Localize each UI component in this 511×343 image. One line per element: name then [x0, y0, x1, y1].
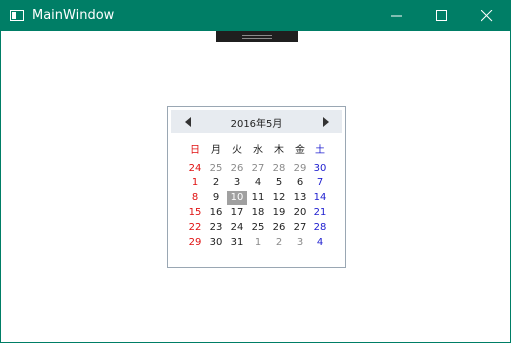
- maximize-icon: [436, 10, 447, 21]
- weekday-header: 金: [295, 145, 305, 156]
- title-bar[interactable]: MainWindow: [1, 1, 510, 31]
- weekday-header: 火: [232, 145, 242, 156]
- minimize-icon: [391, 15, 402, 17]
- calendar: 2016年5月 日月火水木金土 24 25 26 27 28 29 30 1 2 3 4 5 6 7 8 9 10…: [167, 106, 346, 268]
- close-button[interactable]: [464, 1, 510, 31]
- day-cell[interactable]: 1: [248, 236, 268, 250]
- month-label[interactable]: 2016年5月: [171, 115, 342, 130]
- day-cell[interactable]: 17: [227, 206, 247, 220]
- day-cell[interactable]: 3: [227, 176, 247, 190]
- day-cell[interactable]: 22: [185, 221, 205, 235]
- day-cell[interactable]: 5: [269, 176, 289, 190]
- day-cell[interactable]: 4: [310, 236, 330, 250]
- day-cell[interactable]: 23: [206, 221, 226, 235]
- day-cell[interactable]: 19: [269, 206, 289, 220]
- weekday-header: 土: [315, 145, 325, 156]
- day-cell[interactable]: 27: [248, 162, 268, 176]
- day-cell[interactable]: 31: [227, 236, 247, 250]
- day-cell[interactable]: 30: [310, 162, 330, 176]
- day-cell[interactable]: 2: [206, 176, 226, 190]
- weekday-header: 木: [274, 145, 284, 156]
- day-cell[interactable]: 15: [185, 206, 205, 220]
- weekday-header: 水: [253, 145, 263, 156]
- window-title: MainWindow: [32, 8, 115, 23]
- day-cell[interactable]: 24: [227, 221, 247, 235]
- toolbar-handle[interactable]: [216, 31, 298, 42]
- maximize-button[interactable]: [419, 1, 465, 31]
- day-cell[interactable]: 21: [310, 206, 330, 220]
- day-cell[interactable]: 29: [290, 162, 310, 176]
- minimize-button[interactable]: [374, 1, 420, 31]
- day-cell[interactable]: 12: [269, 191, 289, 205]
- day-cell[interactable]: 3: [290, 236, 310, 250]
- day-cell[interactable]: 16: [206, 206, 226, 220]
- day-cell[interactable]: 29: [185, 236, 205, 250]
- day-cell[interactable]: 2: [269, 236, 289, 250]
- day-cell[interactable]: 26: [269, 221, 289, 235]
- day-cell[interactable]: 27: [290, 221, 310, 235]
- day-cell[interactable]: 26: [227, 162, 247, 176]
- day-cell[interactable]: 18: [248, 206, 268, 220]
- day-cell[interactable]: 25: [206, 162, 226, 176]
- close-icon: [481, 10, 493, 22]
- day-cell[interactable]: 28: [310, 221, 330, 235]
- day-cell[interactable]: 8: [185, 191, 205, 205]
- weekday-header: 日: [190, 145, 200, 156]
- day-cell[interactable]: 7: [310, 176, 330, 190]
- day-cell[interactable]: 11: [248, 191, 268, 205]
- day-cell[interactable]: 6: [290, 176, 310, 190]
- next-month-button[interactable]: [321, 116, 331, 128]
- day-cell[interactable]: 28: [269, 162, 289, 176]
- day-cell[interactable]: 20: [290, 206, 310, 220]
- day-cell[interactable]: 14: [310, 191, 330, 205]
- day-cell[interactable]: 1: [185, 176, 205, 190]
- day-cell[interactable]: 10: [227, 191, 247, 205]
- day-cell[interactable]: 13: [290, 191, 310, 205]
- weekday-header: 月: [211, 145, 221, 156]
- day-cell[interactable]: 24: [185, 162, 205, 176]
- day-cell[interactable]: 4: [248, 176, 268, 190]
- day-cell[interactable]: 30: [206, 236, 226, 250]
- window-icon: [10, 10, 24, 21]
- day-cell[interactable]: 9: [206, 191, 226, 205]
- calendar-header: 2016年5月: [171, 110, 342, 133]
- main-window: MainWindow 2016年5月 日月火水木金土 24 25 26 27 28 29 30…: [0, 0, 511, 343]
- day-cell[interactable]: 25: [248, 221, 268, 235]
